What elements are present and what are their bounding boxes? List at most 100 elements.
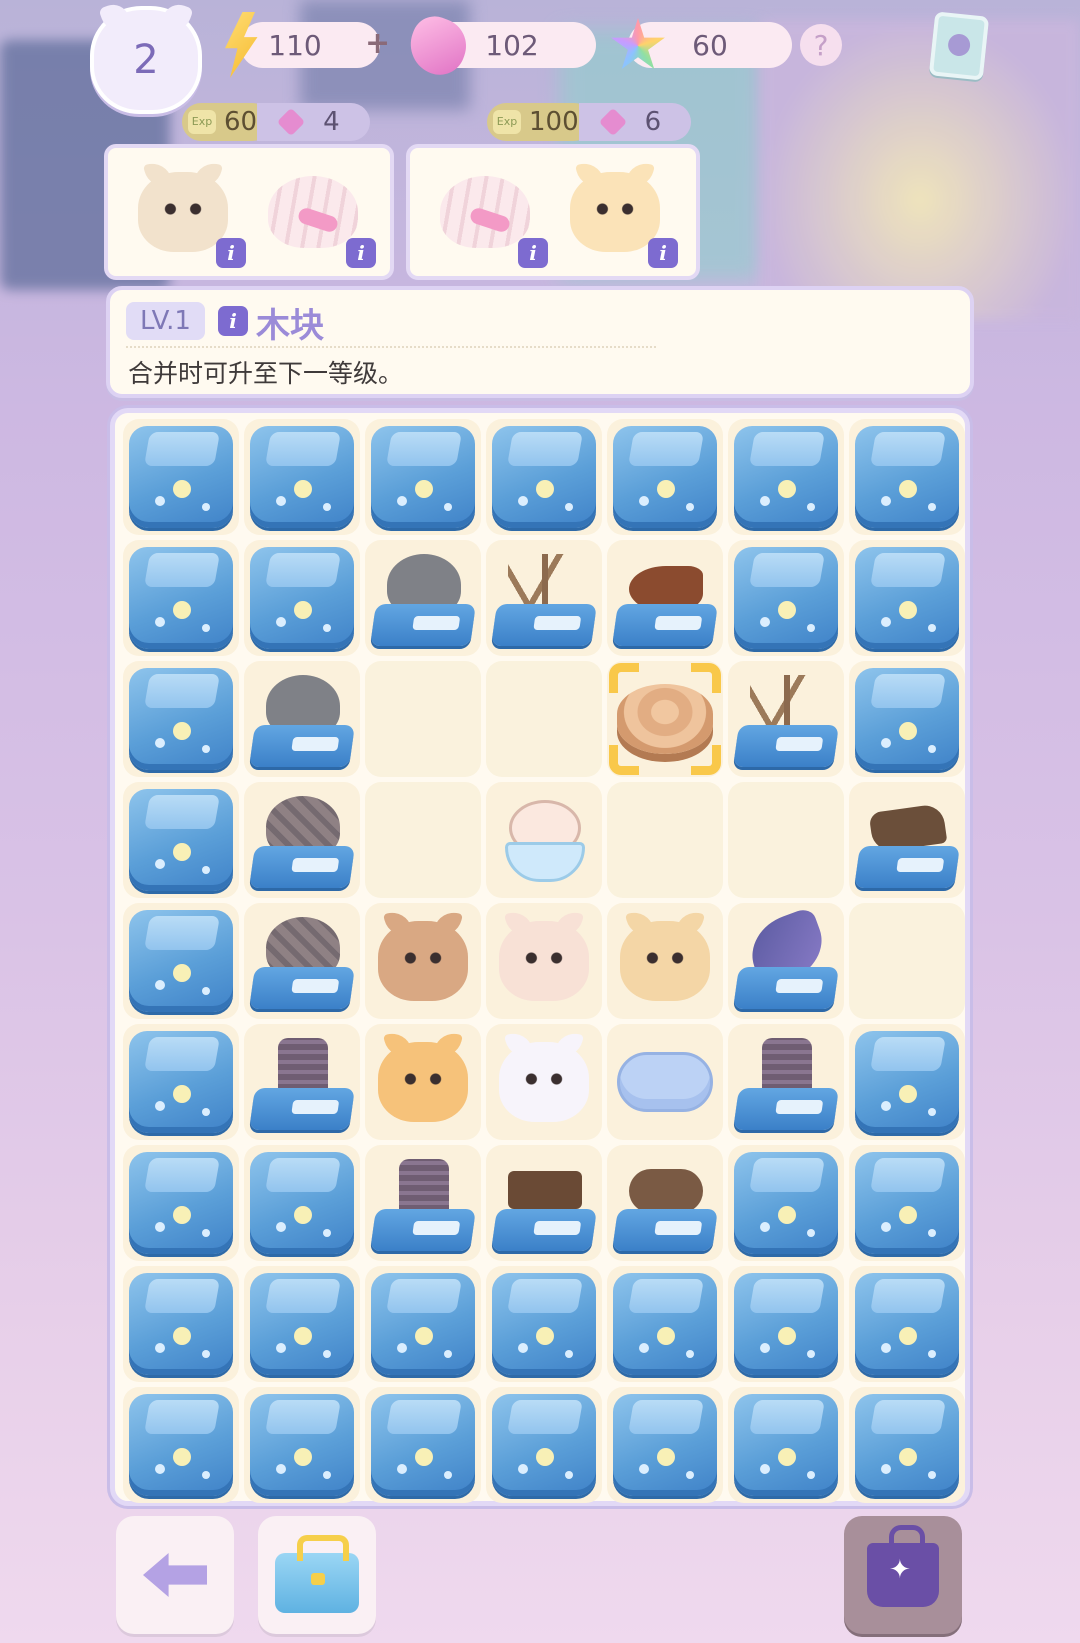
board-cell[interactable]: [607, 1145, 723, 1261]
board-cell[interactable]: [728, 1145, 844, 1261]
blue-crate-icon: [249, 725, 355, 767]
back-arrow-icon: [143, 1553, 207, 1597]
order-card-2[interactable]: i i: [406, 144, 700, 280]
energy-counter[interactable]: 110: [240, 22, 380, 68]
board-cell[interactable]: [365, 661, 481, 777]
board-cell[interactable]: [486, 540, 602, 656]
board-cell[interactable]: [849, 1387, 965, 1503]
info-icon[interactable]: i: [648, 238, 678, 268]
help-button[interactable]: ?: [800, 24, 842, 66]
board-cell[interactable]: [486, 782, 602, 898]
board-cell[interactable]: [123, 1145, 239, 1261]
board-cell[interactable]: [244, 782, 360, 898]
board-cell[interactable]: [728, 419, 844, 535]
board-cell[interactable]: [849, 419, 965, 535]
board-cell[interactable]: [728, 1024, 844, 1140]
board-cell[interactable]: [728, 661, 844, 777]
blue-crate-icon: [370, 1209, 476, 1251]
board-cell[interactable]: [486, 1387, 602, 1503]
board-cell[interactable]: [849, 1145, 965, 1261]
energy-value: 110: [268, 28, 322, 62]
board-cell[interactable]: [607, 540, 723, 656]
gem-value: 102: [485, 28, 539, 62]
board-cell[interactable]: [123, 1024, 239, 1140]
board-cell[interactable]: [365, 419, 481, 535]
board-cell[interactable]: [244, 1024, 360, 1140]
board-cell[interactable]: [486, 661, 602, 777]
blue-crate-icon: [733, 1088, 839, 1130]
back-button[interactable]: [116, 1516, 234, 1634]
info-icon[interactable]: i: [346, 238, 376, 268]
board-cell[interactable]: [123, 782, 239, 898]
board-cell[interactable]: [123, 540, 239, 656]
board-cell[interactable]: [607, 419, 723, 535]
info-icon[interactable]: i: [216, 238, 246, 268]
board-cell[interactable]: [486, 1024, 602, 1140]
ice-block-icon: [855, 1031, 959, 1133]
board-cell[interactable]: [365, 1024, 481, 1140]
board-cell[interactable]: [123, 903, 239, 1019]
board-cell[interactable]: [607, 782, 723, 898]
exp-icon: Exp: [493, 110, 521, 134]
board-cell[interactable]: [728, 903, 844, 1019]
order-card-1[interactable]: i i: [104, 144, 394, 280]
board-cell[interactable]: [123, 661, 239, 777]
board-cell[interactable]: [244, 903, 360, 1019]
board-cell[interactable]: [728, 782, 844, 898]
board-cell[interactable]: [244, 1145, 360, 1261]
board-cell[interactable]: [486, 1145, 602, 1261]
board-cell[interactable]: [849, 1266, 965, 1382]
ice-block-icon: [129, 426, 233, 528]
board-cell[interactable]: [365, 1145, 481, 1261]
wood-block-icon: [617, 684, 713, 754]
board-cell[interactable]: [849, 540, 965, 656]
info-icon[interactable]: i: [518, 238, 548, 268]
board-cell[interactable]: [123, 1266, 239, 1382]
board-cell[interactable]: [849, 782, 965, 898]
ice-block-icon: [613, 426, 717, 528]
add-energy-button[interactable]: +: [365, 26, 390, 61]
board-cell[interactable]: [486, 903, 602, 1019]
board-cell[interactable]: [244, 1387, 360, 1503]
board-cell[interactable]: [365, 903, 481, 1019]
blue-crate-icon: [612, 1209, 718, 1251]
board-cell[interactable]: [849, 1024, 965, 1140]
background-tent: [760, 20, 1080, 320]
board-cell[interactable]: [728, 1387, 844, 1503]
board-cell[interactable]: [728, 1266, 844, 1382]
player-level-badge[interactable]: 2: [90, 6, 202, 114]
board-cell[interactable]: [365, 1266, 481, 1382]
ice-block-icon: [855, 1152, 959, 1254]
inventory-button[interactable]: [258, 1516, 376, 1634]
board-cell[interactable]: [123, 419, 239, 535]
board-cell[interactable]: [607, 903, 723, 1019]
board-cell[interactable]: [365, 782, 481, 898]
board-cell[interactable]: [244, 540, 360, 656]
board-cell[interactable]: [244, 1266, 360, 1382]
board-cell[interactable]: [849, 903, 965, 1019]
board-cell[interactable]: [365, 1387, 481, 1503]
ice-block-icon: [855, 547, 959, 649]
board-cell[interactable]: [365, 540, 481, 656]
board-cell-selected[interactable]: [607, 661, 723, 777]
board-cell[interactable]: [244, 419, 360, 535]
plank-icon: [508, 1171, 582, 1209]
pet-bed-icon: [617, 1052, 713, 1112]
board-cell[interactable]: [123, 1387, 239, 1503]
collection-card-button[interactable]: [928, 11, 990, 81]
board-cell[interactable]: [607, 1266, 723, 1382]
blue-crate-icon: [612, 604, 718, 646]
ice-block-icon: [371, 1273, 475, 1375]
board-cell[interactable]: [486, 1266, 602, 1382]
item-description: 合并时可升至下一等级。: [128, 359, 404, 388]
board-cell[interactable]: [849, 661, 965, 777]
board-cell[interactable]: [607, 1024, 723, 1140]
board-cell[interactable]: [486, 419, 602, 535]
shop-button[interactable]: [844, 1516, 962, 1634]
item-info-icon[interactable]: i: [218, 306, 248, 336]
ice-block-icon: [371, 426, 475, 528]
board-cell[interactable]: [728, 540, 844, 656]
board-cell[interactable]: [607, 1387, 723, 1503]
order-1-exp: 60: [224, 107, 258, 137]
board-cell[interactable]: [244, 661, 360, 777]
